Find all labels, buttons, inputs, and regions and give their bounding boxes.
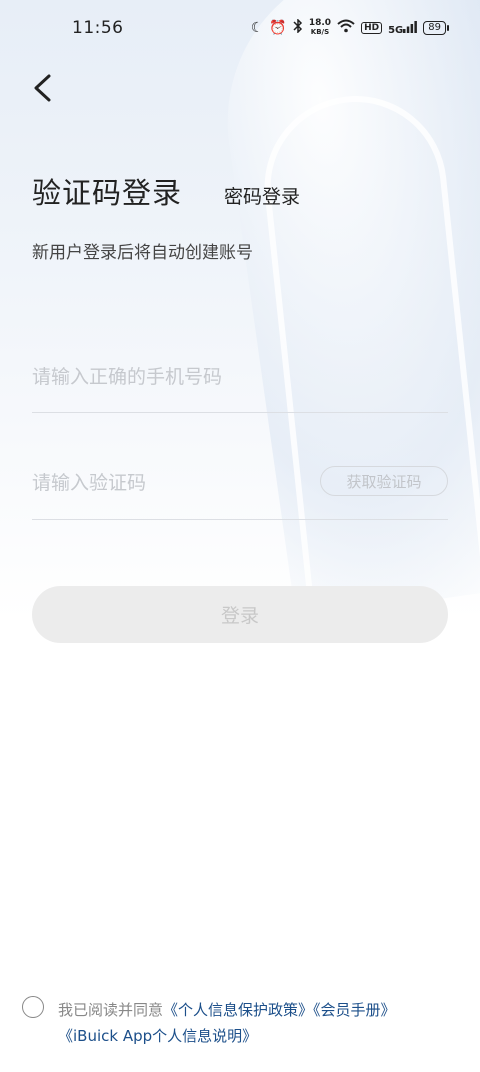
network-speed-unit: KB/S [310, 28, 330, 36]
wifi-icon [337, 19, 355, 37]
network-type: 5G [388, 24, 404, 36]
header-background [0, 0, 480, 620]
hd-badge: HD [361, 22, 383, 34]
chevron-left-icon [34, 74, 51, 102]
network-speed-value: 18.0 [308, 18, 332, 28]
tab-sms-code-login[interactable]: 验证码登录 [32, 170, 182, 212]
agreement-text: 我已阅读并同意《个人信息保护政策》《会员手册》《iBuick App个人信息说明… [58, 997, 458, 1049]
login-button[interactable]: 登录 [32, 586, 448, 643]
login-mode-tabs: 验证码登录 密码登录 [32, 170, 300, 212]
status-icons: ☾ ⏰ 18.0 KB/S HD 5G 89 [250, 18, 449, 37]
status-time: 11:56 [72, 18, 124, 38]
agreement-checkbox[interactable] [22, 996, 44, 1018]
get-code-button[interactable]: 获取验证码 [320, 466, 448, 496]
network-speed: 18.0 KB/S [309, 19, 331, 37]
phone-input[interactable] [32, 360, 448, 394]
signal-strength: 5G [388, 20, 418, 36]
app-info-link[interactable]: 《iBuick App个人信息说明》 [58, 1027, 257, 1045]
page-subtitle: 新用户登录后将自动创建账号 [32, 243, 253, 263]
agreement-prefix: 我已阅读并同意 [58, 1001, 164, 1019]
privacy-policy-link[interactable]: 《个人信息保护政策》 [163, 1001, 313, 1019]
status-bar: 11:56 ☾ ⏰ 18.0 KB/S HD 5G 89 [0, 0, 480, 56]
tab-password-login[interactable]: 密码登录 [224, 182, 300, 209]
phone-field [32, 360, 448, 413]
bluetooth-icon [293, 18, 303, 37]
back-button[interactable] [22, 68, 62, 108]
moon-icon: ☾ [250, 20, 264, 36]
code-field: 获取验证码 [32, 466, 448, 520]
verification-code-input[interactable] [32, 466, 302, 500]
battery-indicator: 89 [423, 21, 449, 35]
member-handbook-link[interactable]: 《会员手册》 [313, 1001, 396, 1019]
alarm-icon: ⏰ [269, 20, 287, 36]
